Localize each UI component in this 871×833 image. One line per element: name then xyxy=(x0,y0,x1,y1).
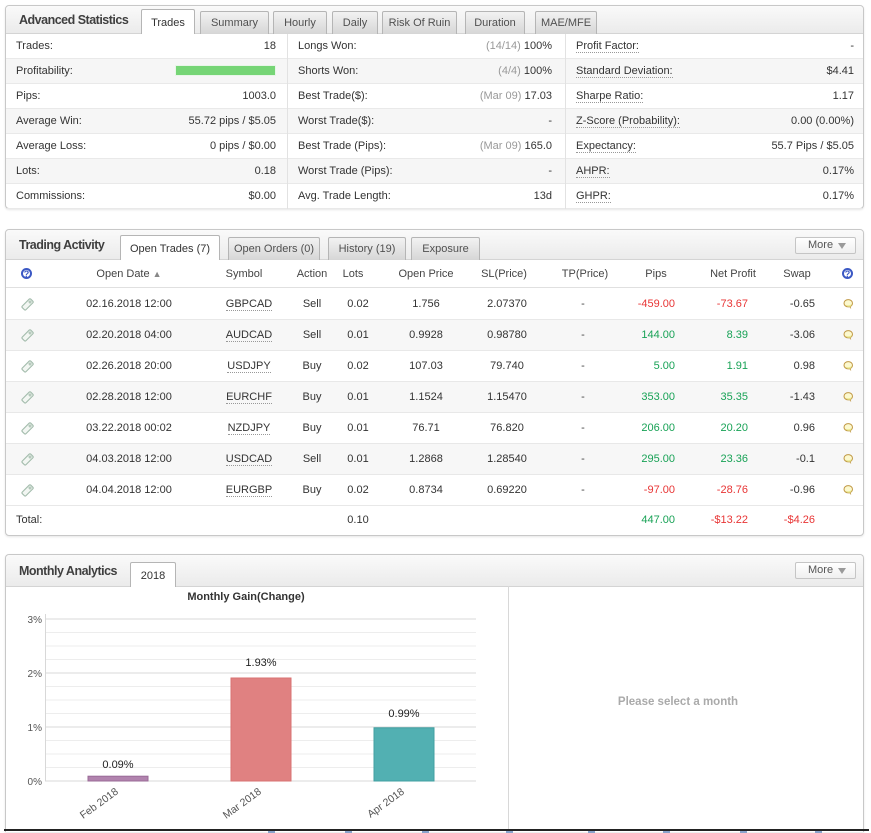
svg-text:1.93%: 1.93% xyxy=(245,657,276,669)
svg-text:2%: 2% xyxy=(28,669,43,680)
svg-text:Apr 2018: Apr 2018 xyxy=(365,786,407,821)
svg-text:0.99%: 0.99% xyxy=(388,708,419,720)
svg-text:0%: 0% xyxy=(28,777,43,788)
svg-text:1%: 1% xyxy=(28,723,43,734)
svg-text:Monthly Gain(Change): Monthly Gain(Change) xyxy=(187,591,305,603)
svg-text:Feb 2018: Feb 2018 xyxy=(78,786,121,822)
svg-text:Mar 2018: Mar 2018 xyxy=(221,786,264,822)
svg-text:3%: 3% xyxy=(28,615,43,626)
svg-text:0.09%: 0.09% xyxy=(102,759,133,771)
